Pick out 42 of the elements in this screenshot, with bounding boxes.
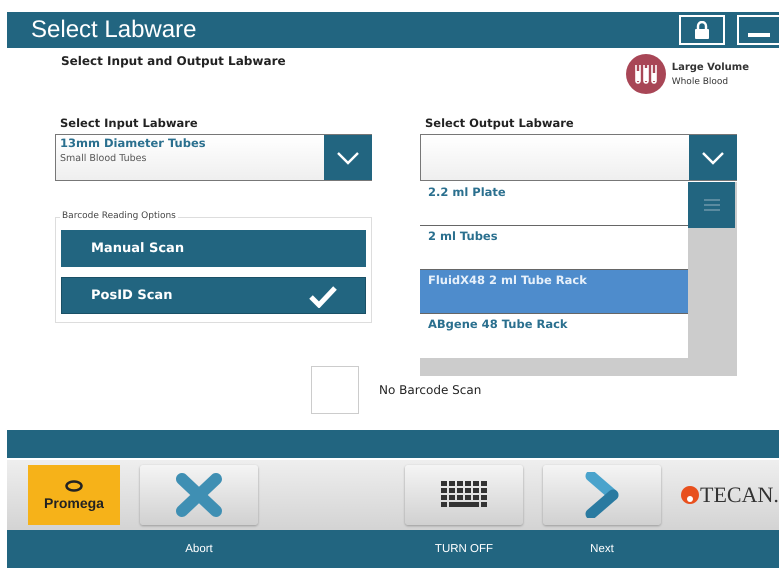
checkbox-label: No Barcode Scan xyxy=(379,383,482,397)
logo-mark-icon xyxy=(65,480,83,492)
button-caption: Next xyxy=(589,543,615,555)
logo-text: TECAN. xyxy=(700,482,779,508)
button-caption: TURN OFF xyxy=(434,543,494,555)
logo-text: Promega xyxy=(44,494,104,510)
blood-tubes-icon xyxy=(626,54,666,94)
protocol-subtitle: Whole Blood xyxy=(672,76,730,86)
logo-dot-icon xyxy=(681,486,699,504)
window-title: Select Labware xyxy=(30,16,196,44)
minimize-icon xyxy=(748,33,770,37)
scrollbar-thumb[interactable] xyxy=(688,182,735,228)
list-item[interactable]: 2 ml Tubes xyxy=(420,226,688,270)
chevron-right-icon xyxy=(585,472,619,518)
list-item[interactable]: ABgene 48 Tube Rack xyxy=(420,314,688,358)
input-dropdown[interactable]: 13mm Diameter Tubes Small Blood Tubes xyxy=(55,134,372,181)
keyboard-button[interactable] xyxy=(405,465,523,525)
page-heading: Select Input and Output Labware xyxy=(60,54,286,70)
keyboard-icon xyxy=(441,481,487,509)
output-label: Select Output Labware xyxy=(424,116,575,132)
lock-icon xyxy=(694,21,710,39)
checkmark-icon xyxy=(308,284,338,308)
group-legend: Barcode Reading Options xyxy=(60,211,178,221)
list-item[interactable]: FluidX48 2 ml Tube Rack xyxy=(420,270,688,314)
scan-option[interactable]: Manual Scan xyxy=(61,230,366,267)
input-label: Select Input Labware xyxy=(59,116,199,132)
button-caption: Abort xyxy=(184,543,214,555)
scan-option[interactable]: PosID Scan xyxy=(61,277,366,314)
grip-icon xyxy=(704,198,720,212)
chevron-down-icon xyxy=(336,150,360,164)
input-subtext: Small Blood Tubes xyxy=(60,153,148,164)
chevron-down-icon xyxy=(701,150,725,164)
checkbox[interactable] xyxy=(311,366,359,414)
minimize-button[interactable] xyxy=(737,15,779,45)
lock-button[interactable] xyxy=(679,15,725,45)
list-item[interactable]: 2.2 ml Plate xyxy=(420,182,688,226)
x-icon xyxy=(176,473,222,517)
abort-button[interactable] xyxy=(140,465,258,525)
output-dropdown[interactable] xyxy=(420,134,737,181)
next-button[interactable] xyxy=(543,465,661,525)
protocol-title: Large Volume xyxy=(672,62,749,72)
input-value: 13mm Diameter Tubes xyxy=(60,136,207,150)
